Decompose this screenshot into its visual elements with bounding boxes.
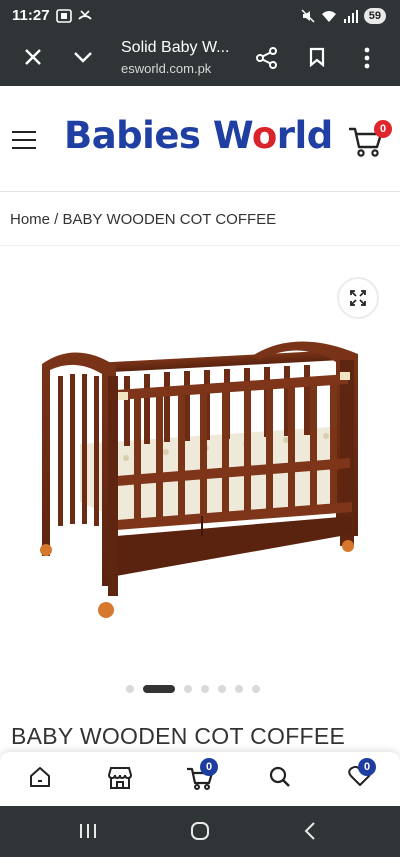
system-navigation-bar (0, 806, 400, 857)
gallery-dot[interactable] (252, 685, 260, 693)
home-icon[interactable] (28, 765, 52, 789)
breadcrumb: Home / BABY WOODEN COT COFFEE (10, 211, 276, 228)
battery-indicator: 59 (363, 8, 386, 24)
divider (0, 245, 400, 246)
logo-text-o: o (251, 114, 277, 157)
site-logo[interactable]: Babies World (64, 114, 333, 157)
wishlist-badge: 0 (358, 758, 376, 776)
wifi-icon (321, 10, 336, 22)
back-icon[interactable] (304, 822, 316, 840)
logo-text-start: Babies W (64, 114, 252, 157)
breadcrumb-home-link[interactable]: Home (10, 211, 50, 228)
share-icon[interactable] (256, 47, 278, 69)
product-title: BABY WOODEN COT COFFEE (11, 723, 346, 749)
recent-apps-icon[interactable] (79, 823, 97, 839)
missed-call-icon (78, 10, 92, 20)
logo-text-end: rld (276, 114, 333, 157)
site-header: Babies World 0 (0, 86, 400, 192)
header-cart-button[interactable]: 0 (348, 120, 392, 163)
home-button-icon[interactable] (190, 822, 210, 840)
header-cart-badge: 0 (374, 120, 392, 138)
browser-toolbar: Solid Baby W... esworld.com.pk (0, 34, 400, 86)
screenshot-icon (56, 9, 72, 23)
status-system-icons: 59 (301, 8, 386, 24)
status-notification-icons (56, 9, 93, 23)
gallery-dot[interactable] (201, 685, 209, 693)
gallery-dot[interactable] (218, 685, 226, 693)
gallery-dot[interactable] (184, 685, 192, 693)
page-title: Solid Baby W... (121, 39, 230, 56)
shop-icon[interactable] (107, 765, 133, 791)
search-icon[interactable] (268, 765, 292, 789)
bottom-cart-badge: 0 (200, 758, 218, 776)
close-icon[interactable] (24, 48, 42, 66)
status-bar: 11:27 59 (0, 0, 400, 34)
more-options-icon[interactable] (364, 47, 370, 69)
expand-icon (350, 290, 366, 306)
status-time: 11:27 (12, 7, 50, 24)
page-url[interactable]: esworld.com.pk (121, 61, 211, 76)
bookmark-icon[interactable] (309, 47, 325, 67)
gallery-dot[interactable] (235, 685, 243, 693)
breadcrumb-current: BABY WOODEN COT COFFEE (62, 211, 277, 228)
menu-icon[interactable] (12, 131, 36, 155)
signal-icon (343, 9, 358, 23)
breadcrumb-separator: / (50, 211, 63, 228)
gallery-pagination (126, 685, 260, 693)
chevron-down-icon[interactable] (73, 51, 93, 63)
gallery-dot-active[interactable] (143, 685, 175, 693)
wishlist-button[interactable]: 0 (348, 758, 376, 792)
mute-icon (301, 9, 315, 23)
bottom-navigation: 0 0 (0, 752, 400, 806)
product-image[interactable] (36, 336, 364, 622)
gallery-dot[interactable] (126, 685, 134, 693)
zoom-button[interactable] (337, 277, 379, 319)
bottom-cart-button[interactable]: 0 (186, 758, 218, 796)
